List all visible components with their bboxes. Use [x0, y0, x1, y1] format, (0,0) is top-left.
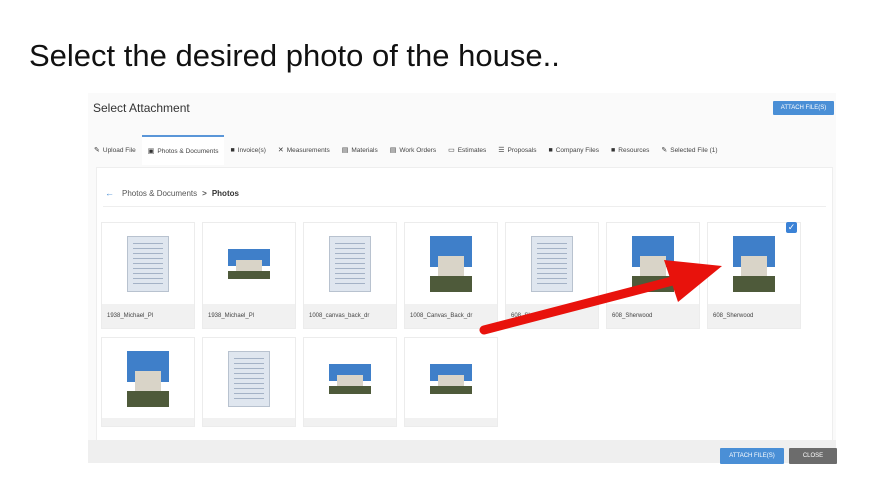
file-name: 608_She — [506, 304, 598, 328]
close-button[interactable]: CLOSE — [789, 448, 837, 464]
tab-estimates[interactable]: ▭ Estimates — [442, 135, 492, 165]
tab-work-orders[interactable]: ▤ Work Orders — [384, 135, 442, 165]
tab-label: Photos & Documents — [157, 147, 219, 155]
file-card[interactable]: 1008_canvas_back_dr — [303, 222, 397, 329]
selected-checkbox[interactable]: ✓ — [786, 222, 797, 233]
document-icon: ■ — [230, 146, 235, 154]
paperclip-icon: ✎ — [661, 147, 668, 154]
tab-label: Upload File — [102, 146, 136, 154]
tab-label: Selected File (1) — [670, 146, 718, 154]
tab-label: Invoice(s) — [237, 146, 266, 154]
house-photo-thumbnail — [127, 351, 169, 407]
list-icon: ☰ — [498, 147, 505, 154]
house-photo-thumbnail — [733, 236, 775, 292]
file-card[interactable] — [404, 337, 498, 427]
tab-upload-file[interactable]: ✎ Upload File — [88, 135, 142, 165]
tab-selected-files[interactable]: ✎ Selected File (1) — [655, 135, 723, 165]
folder-icon: ■ — [611, 146, 616, 154]
breadcrumb: ← Photos & Documents > Photos — [105, 188, 239, 198]
file-name: 1938_Michael_Pl — [102, 304, 194, 328]
document-thumbnail — [228, 351, 270, 407]
file-browser: ← Photos & Documents > Photos 1938_Micha… — [96, 167, 833, 445]
file-card[interactable]: 1938_Michael_Pl — [101, 222, 195, 329]
attachment-tabs: ✎ Upload File ▣ Photos & Documents ■ Invoic… — [88, 135, 836, 165]
file-name — [304, 418, 396, 426]
paperclip-icon: ✎ — [94, 147, 100, 154]
tab-label: Company Files — [555, 146, 600, 154]
document-thumbnail — [127, 236, 169, 292]
file-name — [405, 418, 497, 426]
file-card[interactable]: 608_She — [505, 222, 599, 329]
tab-measurements[interactable]: ✕ Measurements — [272, 135, 336, 165]
house-photo-thumbnail — [430, 364, 472, 394]
breadcrumb-parent[interactable]: Photos & Documents — [122, 189, 197, 198]
attach-files-button[interactable]: ATTACH FILE(S) — [720, 448, 784, 464]
file-name — [102, 418, 194, 426]
tab-resources[interactable]: ■ Resources — [605, 135, 655, 165]
document-thumbnail — [531, 236, 573, 292]
tab-photos-documents[interactable]: ▣ Photos & Documents — [141, 135, 225, 165]
file-name: 608_Sherwood — [607, 304, 699, 328]
file-name: 1938_Michael_Pl — [203, 304, 295, 328]
tab-proposals[interactable]: ☰ Proposals — [492, 135, 542, 165]
tab-label: Measurements — [286, 146, 330, 154]
file-name: 1008_Canvas_Back_dr — [405, 304, 497, 328]
clipboard-icon: ▤ — [389, 147, 397, 154]
tab-invoices[interactable]: ■ Invoice(s) — [224, 135, 271, 165]
select-attachment-dialog: Select Attachment ATTACH FILE(S) ✎ Upload… — [88, 93, 837, 464]
file-name: 608_Sherwood — [708, 304, 800, 328]
breadcrumb-current: Photos — [211, 188, 239, 198]
instruction-caption: Select the desired photo of the house.. — [29, 38, 560, 73]
file-card[interactable] — [101, 337, 195, 427]
document-thumbnail — [329, 236, 371, 292]
file-card[interactable]: 608_Sherwood — [606, 222, 700, 329]
file-name — [203, 418, 295, 426]
house-photo-thumbnail — [430, 236, 472, 292]
file-card[interactable]: 1008_Canvas_Back_dr — [404, 222, 498, 329]
tab-materials[interactable]: ▤ Materials — [336, 135, 384, 165]
ruler-icon: ✕ — [277, 147, 284, 154]
card-icon: ▭ — [448, 147, 455, 154]
file-card[interactable] — [303, 337, 397, 427]
folder-icon: ■ — [548, 146, 553, 154]
image-icon: ▣ — [147, 148, 155, 155]
dialog-title: Select Attachment — [93, 101, 190, 115]
attach-files-button-top[interactable]: ATTACH FILE(S) — [773, 101, 834, 115]
tab-label: Estimates — [457, 146, 487, 154]
file-card[interactable] — [202, 337, 296, 427]
tab-company-files[interactable]: ■ Company Files — [542, 135, 605, 165]
file-name: 1008_canvas_back_dr — [304, 304, 396, 328]
house-photo-thumbnail — [228, 249, 270, 279]
breadcrumb-separator: > — [202, 188, 207, 198]
tab-label: Resources — [618, 146, 650, 154]
file-card[interactable]: 1938_Michael_Pl — [202, 222, 296, 329]
tab-label: Materials — [351, 146, 378, 154]
back-arrow-icon[interactable]: ← — [105, 188, 114, 198]
tab-label: Proposals — [507, 146, 537, 154]
divider — [103, 206, 826, 207]
tab-label: Work Orders — [399, 146, 437, 154]
house-photo-thumbnail — [329, 364, 371, 394]
file-card[interactable]: 608_Sherwood — [707, 222, 801, 329]
house-photo-thumbnail — [632, 236, 674, 292]
clipboard-icon: ▤ — [341, 147, 349, 154]
